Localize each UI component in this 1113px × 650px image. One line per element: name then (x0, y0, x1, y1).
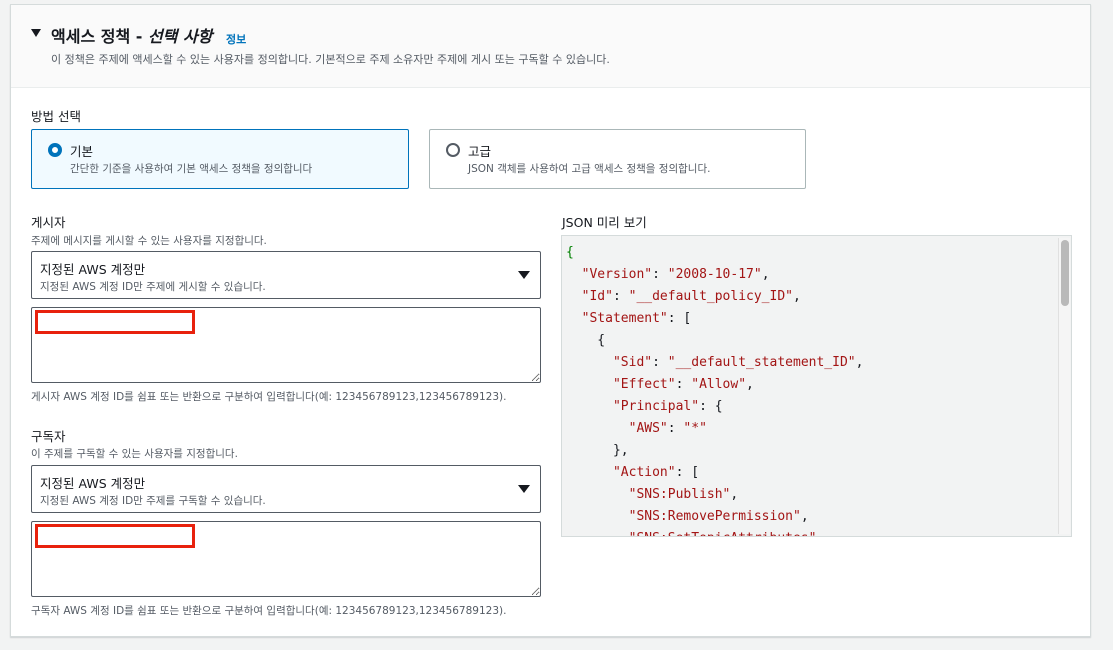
method-option-advanced-title: 고급 (468, 144, 492, 159)
subscribers-description: 이 주제를 구독할 수 있는 사용자를 지정합니다. (31, 448, 238, 460)
json-line: "SNS:Publish", (628, 487, 739, 502)
panel-header: 액세스 정책 - 선택 사항 정보 이 정책은 주제에 액세스할 수 있는 사용… (11, 5, 1090, 88)
publishers-label: 게시자 (31, 215, 66, 230)
radio-advanced[interactable] (446, 143, 460, 157)
method-option-advanced-description: JSON 객체를 사용하여 고급 액세스 정책을 정의합니다. (468, 163, 711, 175)
json-line: "Statement": [ (581, 311, 692, 326)
method-option-advanced[interactable]: 고급 JSON 객체를 사용하여 고급 액세스 정책을 정의합니다. (429, 129, 806, 189)
json-line: "Sid": "__default_statement_ID", (612, 355, 864, 370)
json-line: "Action": [ (612, 465, 700, 480)
method-label: 방법 선택 (31, 109, 81, 124)
subscribers-hint: 구독자 AWS 계정 ID를 쉼표 또는 반환으로 구분하여 입력합니다(예: … (31, 605, 507, 617)
json-preview-box[interactable]: { "Version": "2008-10-17", "Id": "__defa… (561, 235, 1072, 537)
subscribers-label: 구독자 (31, 429, 66, 444)
subscribers-select-description: 지정된 AWS 계정 ID만 주제를 구독할 수 있습니다. (40, 495, 266, 507)
access-policy-panel: 액세스 정책 - 선택 사항 정보 이 정책은 주제에 액세스할 수 있는 사용… (10, 4, 1091, 637)
radio-basic[interactable] (48, 143, 62, 157)
json-preview-label: JSON 미리 보기 (562, 215, 647, 230)
publishers-select-value: 지정된 AWS 계정만 (40, 262, 146, 277)
publishers-select[interactable]: 지정된 AWS 계정만 지정된 AWS 계정 ID만 주제에 게시할 수 있습니… (31, 251, 541, 299)
json-scrollbar[interactable] (1058, 238, 1070, 534)
panel-title: 액세스 정책 - 선택 사항 (51, 23, 212, 47)
method-option-basic-description: 간단한 기준을 사용하여 기본 액세스 정책을 정의합니다 (70, 163, 313, 175)
caret-down-icon (518, 271, 530, 279)
redaction-box (35, 310, 195, 334)
json-line: "Principal": { (612, 399, 723, 414)
publishers-description: 주제에 메시지를 게시할 수 있는 사용자를 지정합니다. (31, 235, 267, 247)
json-line: }, (566, 443, 629, 458)
subscribers-select[interactable]: 지정된 AWS 계정만 지정된 AWS 계정 ID만 주제를 구독할 수 있습니… (31, 465, 541, 513)
subscribers-select-value: 지정된 AWS 계정만 (40, 476, 146, 491)
json-line: "Version": "2008-10-17", (581, 267, 770, 282)
json-line: "Effect": "Allow", (612, 377, 754, 392)
json-line: { (566, 245, 574, 260)
panel-title-text: 액세스 정책 - (51, 27, 148, 46)
publishers-hint: 게시자 AWS 계정 ID를 쉼표 또는 반환으로 구분하여 입력합니다(예: … (31, 391, 507, 403)
json-line: "AWS": "*" (628, 421, 707, 436)
publishers-select-description: 지정된 AWS 계정 ID만 주제에 게시할 수 있습니다. (40, 281, 266, 293)
panel-description: 이 정책은 주제에 액세스할 수 있는 사용자를 정의합니다. 기본적으로 주제… (51, 53, 610, 66)
caret-down-icon (518, 485, 530, 493)
json-line: { (566, 333, 606, 348)
json-code: { "Version": "2008-10-17", "Id": "__defa… (566, 242, 864, 536)
redaction-box (35, 524, 195, 548)
panel-title-optional: 선택 사항 (147, 27, 213, 46)
json-line: "SNS:RemovePermission", (628, 509, 809, 524)
info-link[interactable]: 정보 (226, 31, 246, 47)
json-line: "SNS:SetTopicAttributes", (566, 528, 863, 536)
method-option-basic-title: 기본 (70, 144, 94, 159)
method-option-basic[interactable]: 기본 간단한 기준을 사용하여 기본 액세스 정책을 정의합니다 (31, 129, 409, 189)
collapse-caret-icon[interactable] (31, 29, 41, 37)
json-scrollbar-thumb[interactable] (1061, 240, 1069, 306)
json-line: "Id": "__default_policy_ID", (581, 289, 801, 304)
